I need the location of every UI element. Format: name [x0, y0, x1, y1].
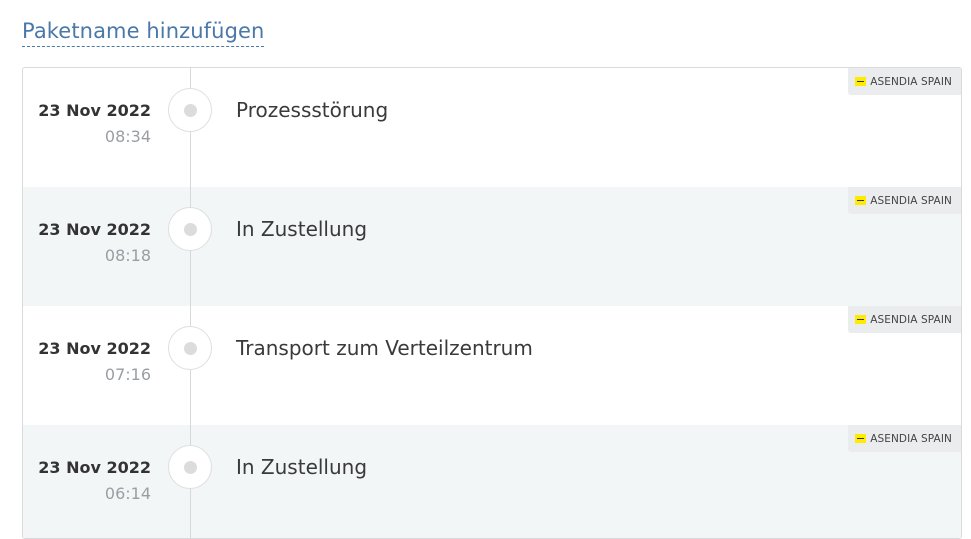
asendia-logo-icon [855, 77, 867, 86]
timeline-dot-icon [168, 326, 212, 370]
asendia-logo-icon [855, 196, 867, 205]
timeline-dot-icon [168, 445, 212, 489]
event-time: 06:14 [104, 484, 151, 503]
carrier-name: ASENDIA SPAIN [870, 313, 952, 326]
timeline-event: 23 Nov 2022 07:16 Transport zum Verteilz… [23, 306, 961, 425]
carrier-badge: ASENDIA SPAIN [848, 68, 961, 95]
event-status: In Zustellung [236, 217, 368, 241]
event-status: Transport zum Verteilzentrum [236, 336, 533, 360]
carrier-badge: ASENDIA SPAIN [848, 306, 961, 333]
event-status: Prozessstörung [236, 98, 389, 122]
carrier-name: ASENDIA SPAIN [870, 75, 952, 88]
event-time: 08:18 [104, 246, 151, 265]
timeline-event: 23 Nov 2022 08:18 In Zustellung ASENDIA … [23, 187, 961, 306]
event-time: 07:16 [104, 365, 151, 384]
carrier-name: ASENDIA SPAIN [870, 194, 952, 207]
carrier-name: ASENDIA SPAIN [870, 432, 952, 445]
tracking-timeline: 23 Nov 2022 08:34 Prozessstörung ASENDIA… [22, 67, 962, 539]
event-date: 23 Nov 2022 [38, 220, 151, 239]
event-date: 23 Nov 2022 [38, 458, 151, 477]
timeline-dot-icon [168, 88, 212, 132]
carrier-badge: ASENDIA SPAIN [848, 187, 961, 214]
asendia-logo-icon [855, 434, 867, 443]
timeline-dot-icon [168, 207, 212, 251]
add-package-name-link[interactable]: Paketname hinzufügen [22, 17, 265, 47]
asendia-logo-icon [855, 315, 867, 324]
timeline-event: 23 Nov 2022 08:34 Prozessstörung ASENDIA… [23, 68, 961, 187]
event-status: In Zustellung [236, 455, 368, 479]
timeline-event: 23 Nov 2022 06:14 In Zustellung ASENDIA … [23, 425, 961, 538]
carrier-badge: ASENDIA SPAIN [848, 425, 961, 452]
event-time: 08:34 [104, 127, 151, 146]
event-date: 23 Nov 2022 [38, 101, 151, 120]
event-date: 23 Nov 2022 [38, 339, 151, 358]
